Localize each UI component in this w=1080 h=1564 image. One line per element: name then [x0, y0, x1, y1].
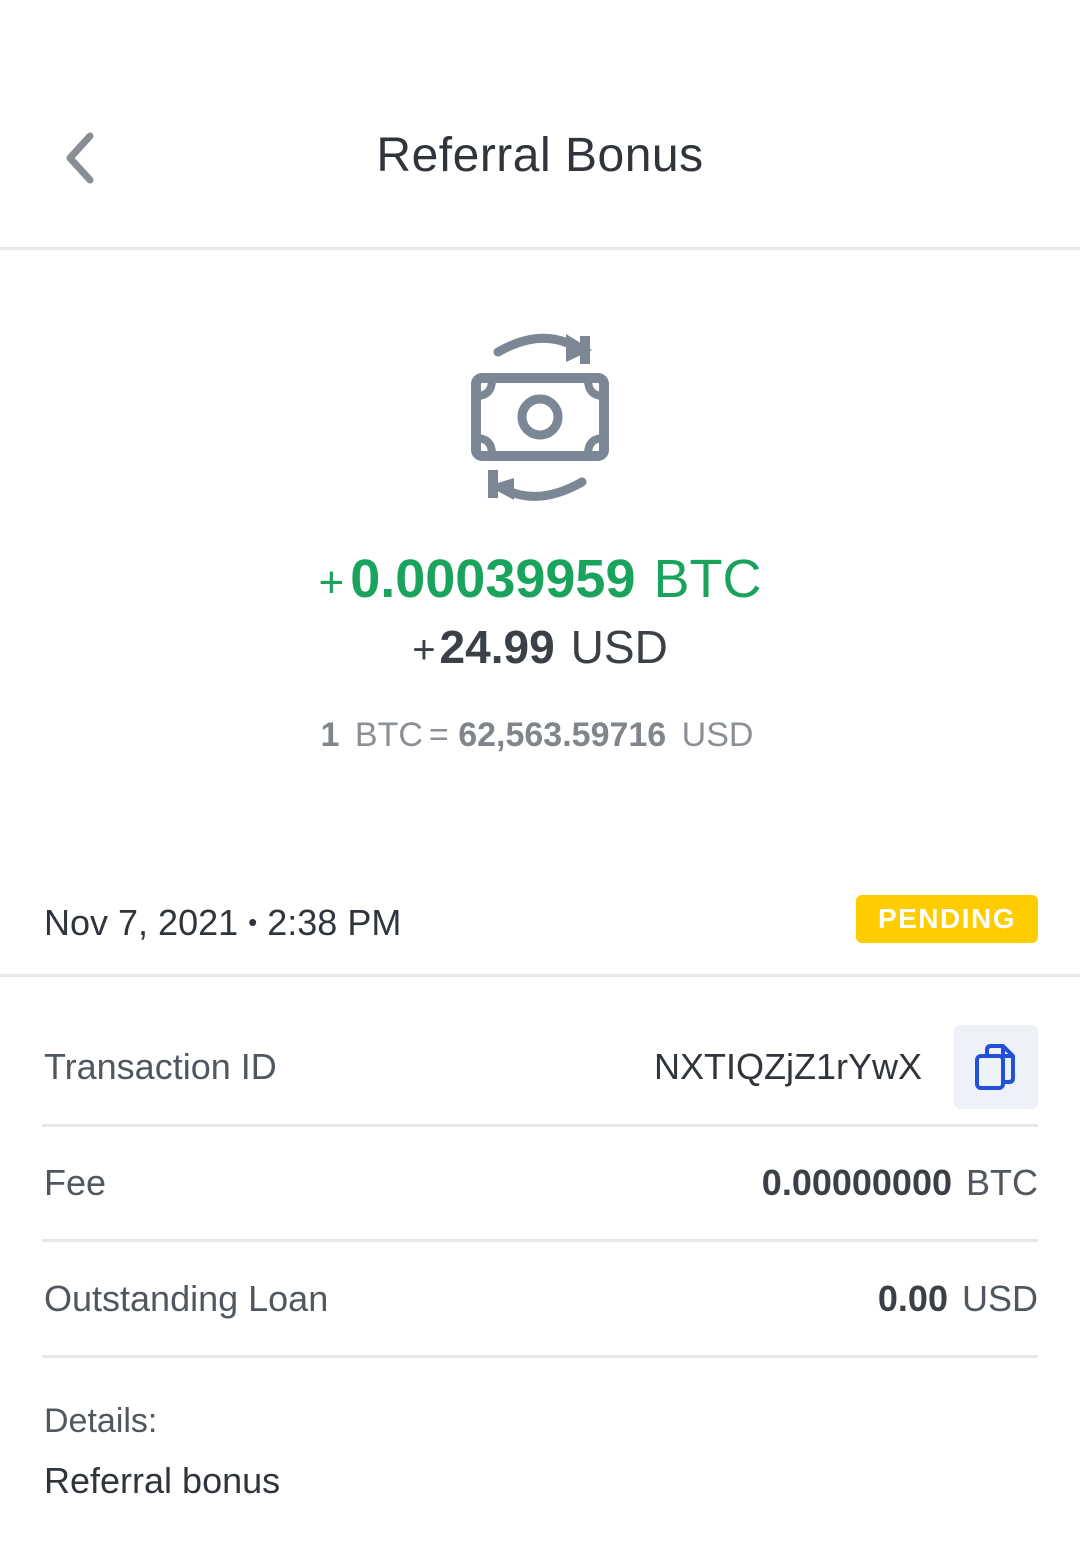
btc-amount-sign: +	[318, 558, 345, 607]
money-exchange-icon	[462, 330, 618, 506]
fee-label: Fee	[44, 1162, 107, 1203]
details-text: Referral bonus	[44, 1460, 281, 1501]
usd-amount-value: 24.99	[439, 621, 555, 673]
outstanding-loan-value: 0.00 USD	[878, 1278, 1038, 1320]
page-title: Referral Bonus	[376, 129, 704, 182]
transaction-time: 2:38 PM	[267, 902, 402, 943]
details-label: Details:	[44, 1402, 158, 1440]
rate-to-unit: USD	[681, 716, 754, 754]
rate-quantity: 1	[320, 716, 340, 754]
rate-value: 62,563.59716	[458, 716, 667, 754]
fee-unit: BTC	[966, 1162, 1038, 1203]
outstanding-loan-unit: USD	[961, 1277, 1038, 1319]
header-bar: Referral Bonus	[0, 0, 1080, 250]
exchange-rate: 1 BTC = 62,563.59716 USD	[0, 716, 1080, 755]
btc-amount-unit: BTC	[653, 549, 762, 609]
copy-icon	[975, 1044, 1015, 1090]
outstanding-loan-row: Outstanding Loan 0.00 USD	[42, 1242, 1038, 1358]
outstanding-loan-label: Outstanding Loan	[44, 1277, 329, 1319]
usd-amount-unit: USD	[570, 621, 668, 673]
usd-amount: +24.99 USD	[0, 620, 1080, 674]
status-badge: PENDING	[856, 895, 1038, 943]
btc-amount-value: 0.00039959	[350, 549, 636, 609]
outstanding-loan-amount: 0.00	[877, 1277, 948, 1319]
usd-amount-sign: +	[412, 628, 436, 672]
fee-amount: 0.00000000	[761, 1162, 952, 1203]
transaction-id-label: Transaction ID	[44, 1046, 277, 1087]
rate-equals: =	[428, 716, 449, 754]
copy-button[interactable]	[954, 1025, 1038, 1109]
transaction-id-row: Transaction ID NXTIQZjZ1rYwX	[42, 1010, 1038, 1127]
transaction-date: Nov 7, 2021	[44, 902, 239, 943]
transaction-datetime: Nov 7, 2021 • 2:38 PM	[44, 902, 401, 944]
fee-value: 0.00000000 BTC	[762, 1162, 1038, 1204]
divider	[0, 974, 1080, 977]
btc-amount: +0.00039959 BTC	[0, 548, 1080, 610]
status-row: Nov 7, 2021 • 2:38 PM PENDING	[44, 890, 1038, 954]
transaction-id-value: NXTIQZjZ1rYwX	[653, 1046, 922, 1087]
fee-row: Fee 0.00000000 BTC	[42, 1127, 1038, 1242]
rate-from-unit: BTC	[354, 716, 423, 754]
datetime-separator: •	[248, 907, 258, 937]
